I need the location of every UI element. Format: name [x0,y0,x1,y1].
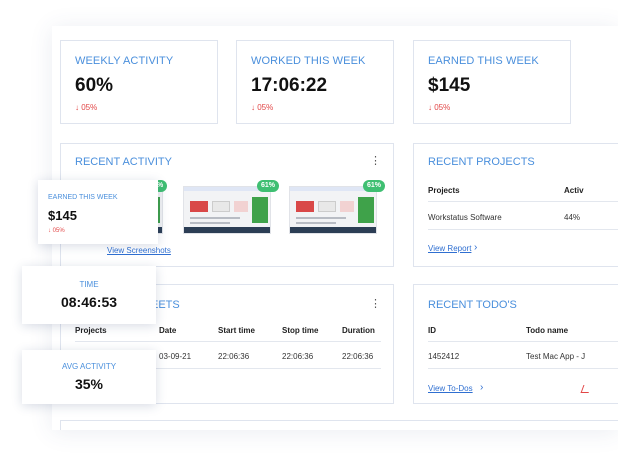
bottom-card [60,420,618,430]
stat-value: $145 [428,75,471,96]
divider [428,201,618,202]
column-header: Date [159,326,177,335]
screenshot-thumbnail[interactable] [289,186,377,234]
view-screenshots-link[interactable]: View Screenshots [107,246,171,255]
activity-percent-badge: 61% [257,180,280,192]
column-header: Projects [75,326,107,335]
floating-value: 35% [74,376,104,392]
alert-icon [580,385,592,393]
column-header: Todo name [526,326,569,335]
section-title: RECENT ACTIVITY [75,156,172,168]
floating-earned-card: EARNED THIS WEEK $145 ↓ 05% [38,180,158,244]
chevron-right-icon[interactable]: › [480,382,483,393]
section-title: RECENT TODO'S [428,299,517,311]
more-menu-icon[interactable]: ⋮ [370,156,381,167]
divider [428,368,618,369]
more-menu-icon[interactable]: ⋮ [370,299,381,310]
view-report-link[interactable]: View Report [428,244,471,253]
floating-title: TIME [79,280,99,289]
recent-todos-card: RECENT TODO'S ID Todo name 1452412 Test … [413,284,618,404]
activity-percent-badge: 61% [363,180,386,192]
stat-delta: ↓ 05% [251,103,274,112]
stat-value: 17:06:22 [251,75,328,96]
column-header: Projects [428,186,460,195]
section-title: RECENT PROJECTS [428,156,535,168]
view-todos-link[interactable]: View To-Dos [428,384,473,393]
column-header: ID [428,326,436,335]
timesheet-start: 22:06:36 [218,352,250,361]
column-header: Duration [342,326,375,335]
earned-this-week-card: EARNED THIS WEEK $145 ↓ 05% [413,40,571,124]
stat-title: WORKED THIS WEEK [251,55,366,67]
floating-activity-card: AVG ACTIVITY 35% [22,350,156,404]
recent-projects-card: RECENT PROJECTS Projects Activ Workstatu… [413,143,618,267]
stat-delta: ↓ 05% [75,103,98,112]
timesheet-duration: 22:06:36 [342,352,374,361]
weekly-activity-card: WEEKLY ACTIVITY 60% ↓ 05% [60,40,218,124]
divider [428,341,618,342]
project-name: Workstatus Software [428,213,502,222]
chevron-right-icon[interactable]: › [474,242,477,253]
column-header: Stop time [282,326,319,335]
floating-value: 08:46:53 [60,294,118,310]
stat-title: WEEKLY ACTIVITY [75,55,174,67]
divider [75,341,381,342]
column-header: Activ [564,186,584,195]
stat-delta: ↓ 05% [428,103,451,112]
column-header: Start time [218,326,255,335]
stat-value: 60% [75,75,114,96]
todo-name: Test Mac App - J [526,352,586,361]
worked-this-week-card: WORKED THIS WEEK 17:06:22 ↓ 05% [236,40,394,124]
screenshot-thumbnail[interactable] [183,186,271,234]
timesheet-stop: 22:06:36 [282,352,314,361]
divider [428,229,618,230]
floating-value: $145 [48,208,77,223]
floating-time-card: TIME 08:46:53 [22,266,156,324]
project-activity: 44% [564,213,581,222]
floating-title: EARNED THIS WEEK [48,194,118,201]
todo-id: 1452412 [428,352,460,361]
timesheet-date: 03-09-21 [159,352,192,361]
stat-title: EARNED THIS WEEK [428,55,539,67]
floating-title: AVG ACTIVITY [61,362,117,371]
floating-delta: ↓ 05% [48,228,65,234]
